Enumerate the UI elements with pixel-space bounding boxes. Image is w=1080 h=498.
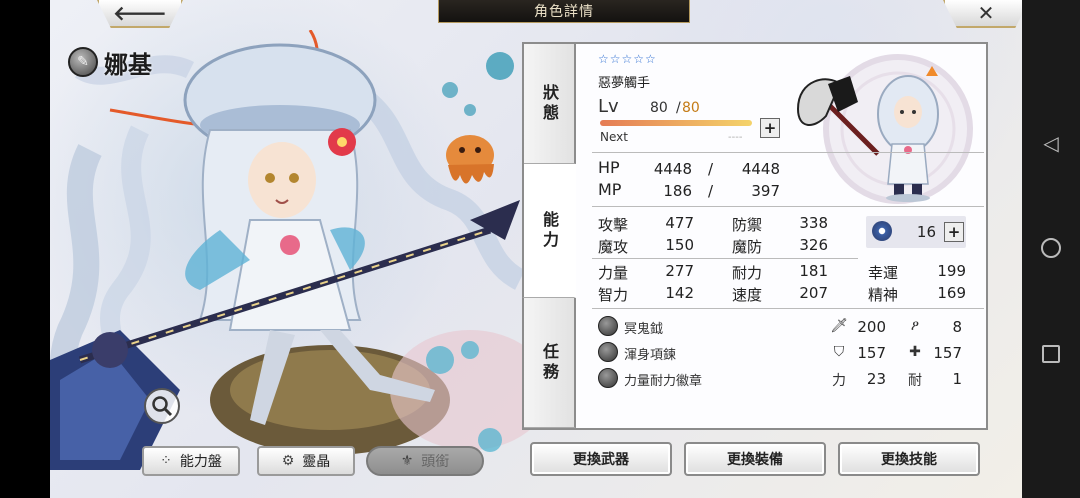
crystal-points-value: 16 — [916, 223, 936, 241]
exp-bar-fill — [600, 120, 752, 126]
spirit-label: 精神 — [868, 286, 899, 304]
system-recents-button[interactable] — [1040, 343, 1062, 365]
equip-attack-value: 200 — [857, 318, 886, 336]
spirit-value: 169 — [937, 284, 966, 302]
title-label: 頭銜 — [421, 454, 450, 470]
zoom-illustration-button[interactable] — [144, 388, 180, 424]
system-navigation-bar: ◁ — [1022, 0, 1080, 498]
level-label: Lv — [598, 96, 619, 117]
character-illustration — [50, 30, 530, 470]
vitality-label: 耐力 — [732, 264, 763, 282]
attack-label: 攻擊 — [598, 216, 629, 234]
character-epithet: 惡夢觸手 — [598, 76, 651, 91]
equip-defense-value: 157 — [857, 344, 886, 362]
grid-icon: ⁘ — [160, 453, 172, 469]
attack-value: 477 — [665, 214, 694, 232]
badge-endure-value: 1 — [952, 370, 962, 388]
exp-bar — [600, 120, 752, 126]
next-exp-value: ---- — [728, 132, 743, 143]
crystal-points-box: 16 + — [866, 216, 966, 248]
vitality-value: 181 — [799, 262, 828, 280]
ability-board-label: 能力盤 — [179, 454, 222, 470]
character-name: 娜基 — [104, 50, 152, 79]
title-button[interactable]: ⚜ 頭銜 — [366, 446, 484, 476]
intelligence-value: 142 — [665, 284, 694, 302]
mp-current: 186 — [663, 182, 692, 200]
equip-mdefense-value: 157 — [933, 344, 962, 362]
crystal-icon: ⚙ — [281, 453, 295, 469]
change-equipment-button[interactable]: 更換裝備 — [684, 442, 826, 476]
hp-separator: / — [708, 160, 714, 178]
badge-slot-icon — [598, 368, 618, 388]
title-emblem-icon: ⚜ — [400, 453, 414, 469]
plus-icon: + — [763, 119, 777, 137]
defense-value: 338 — [799, 214, 828, 232]
rarity-stars: ☆☆☆☆☆ — [598, 52, 657, 66]
luck-value: 199 — [937, 262, 966, 280]
weapon-slot-icon — [598, 316, 618, 336]
back-button[interactable]: 🡐 — [97, 0, 183, 28]
hp-current: 4448 — [653, 160, 692, 178]
magnifier-icon — [152, 396, 173, 417]
mp-separator: / — [708, 182, 714, 200]
equipped-weapon[interactable]: 冥鬼鉞 — [624, 318, 663, 337]
square-recents-icon — [1042, 345, 1060, 363]
speed-label: 速度 — [732, 286, 763, 304]
close-button[interactable]: ✕ — [943, 0, 1022, 28]
speed-value: 207 — [799, 284, 828, 302]
divider — [592, 258, 858, 259]
divider — [592, 152, 984, 153]
level-max: 80 — [682, 100, 700, 116]
tab-ability[interactable]: 能力 — [522, 164, 576, 298]
armor-slot-icon — [598, 342, 618, 362]
crystal-label: 靈晶 — [302, 454, 331, 470]
divider — [592, 308, 984, 309]
tab-status[interactable]: 狀態 — [524, 44, 576, 164]
character-name-plate: ✎ 娜基 — [68, 44, 248, 80]
screen-title: 角色詳情 — [438, 0, 690, 23]
magic-attack-label: 魔攻 — [598, 238, 629, 256]
equipped-armor[interactable]: 渾身項鍊 — [624, 344, 676, 363]
game-screen: ✎ 娜基 🡐 角色詳情 ✕ 狀態 能力 任務 ☆☆☆☆☆ 惡夢觸手 Lv 80 … — [50, 0, 1022, 498]
level-up-button[interactable]: + — [760, 118, 780, 138]
mp-label: MP — [598, 180, 622, 199]
triangle-back-icon: ◁ — [1043, 131, 1059, 155]
defense-label: 防禦 — [732, 216, 763, 234]
divider — [592, 206, 984, 207]
character-detail-panel: 狀態 能力 任務 ☆☆☆☆☆ 惡夢觸手 Lv 80 / 80 Next ----… — [522, 42, 988, 430]
character-portrait — [796, 54, 973, 204]
hp-label: HP — [598, 158, 620, 177]
ability-board-button[interactable]: ⁘ 能力盤 — [142, 446, 240, 476]
crystal-button[interactable]: ⚙ 靈晶 — [257, 446, 355, 476]
element-badge-icon: ✎ — [68, 47, 98, 77]
magic-defense-label: 魔防 — [732, 238, 763, 256]
mp-max: 397 — [751, 182, 780, 200]
level-separator: / — [676, 100, 681, 116]
equipped-badge[interactable]: 力量耐力徽章 — [624, 370, 702, 389]
magic-attack-value: 150 — [665, 236, 694, 254]
plus-icon: + — [947, 223, 961, 241]
intelligence-label: 智力 — [598, 286, 629, 304]
strength-value: 277 — [665, 262, 694, 280]
close-icon: ✕ — [977, 1, 995, 25]
hp-max: 4448 — [741, 160, 780, 178]
system-home-button[interactable] — [1040, 237, 1062, 259]
change-skill-button[interactable]: 更換技能 — [838, 442, 980, 476]
swirl-crystal-icon — [872, 221, 892, 241]
back-arrow-icon: 🡐 — [113, 1, 167, 25]
tab-mission[interactable]: 任務 — [524, 298, 576, 428]
level-current: 80 — [650, 100, 668, 116]
magic-defense-value: 326 — [799, 236, 828, 254]
strength-label: 力量 — [598, 264, 629, 282]
add-crystal-points-button[interactable]: + — [944, 222, 964, 242]
next-exp-label: Next — [600, 130, 628, 144]
luck-label: 幸運 — [868, 264, 899, 282]
change-weapon-button[interactable]: 更換武器 — [530, 442, 672, 476]
badge-power-value: 23 — [866, 370, 886, 388]
screen-title-text: 角色詳情 — [534, 4, 594, 20]
circle-home-icon — [1041, 238, 1061, 258]
system-back-button[interactable]: ◁ — [1040, 131, 1062, 155]
equip-magic-value: 8 — [952, 318, 962, 336]
